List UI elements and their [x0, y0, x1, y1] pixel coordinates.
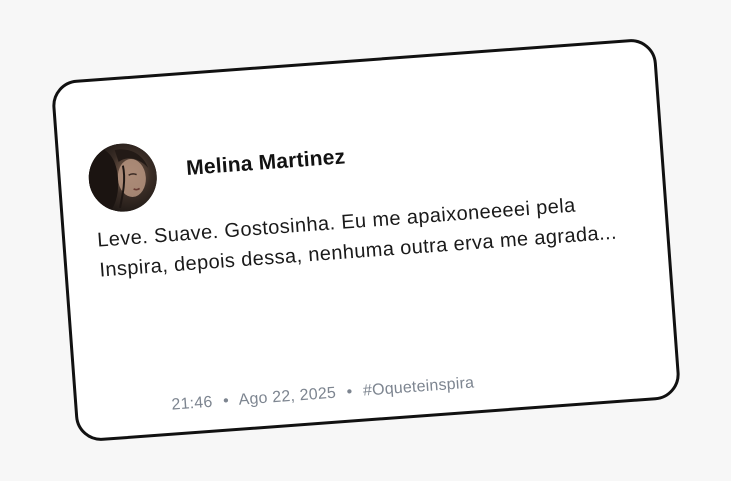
post-text: Leve. Suave. Gostosinha. Eu me apaixonee… — [96, 194, 618, 282]
stage: Melina Martinez Leve. Suave. Gostosinha.… — [0, 0, 731, 481]
post-date: Ago 22, 2025 — [238, 384, 337, 409]
author-name[interactable]: Melina Martinez — [185, 145, 346, 181]
post-card: Melina Martinez Leve. Suave. Gostosinha.… — [50, 37, 682, 443]
avatar-photo-icon — [86, 141, 160, 215]
post-time: 21:46 — [170, 393, 214, 414]
post-hashtag[interactable]: #Oqueteinspira — [362, 374, 474, 399]
post-meta: 21:46 • Ago 22, 2025 • #Oqueteinspira — [171, 374, 475, 414]
avatar[interactable] — [86, 141, 160, 215]
meta-separator: • — [346, 383, 354, 401]
meta-separator: • — [222, 392, 230, 410]
